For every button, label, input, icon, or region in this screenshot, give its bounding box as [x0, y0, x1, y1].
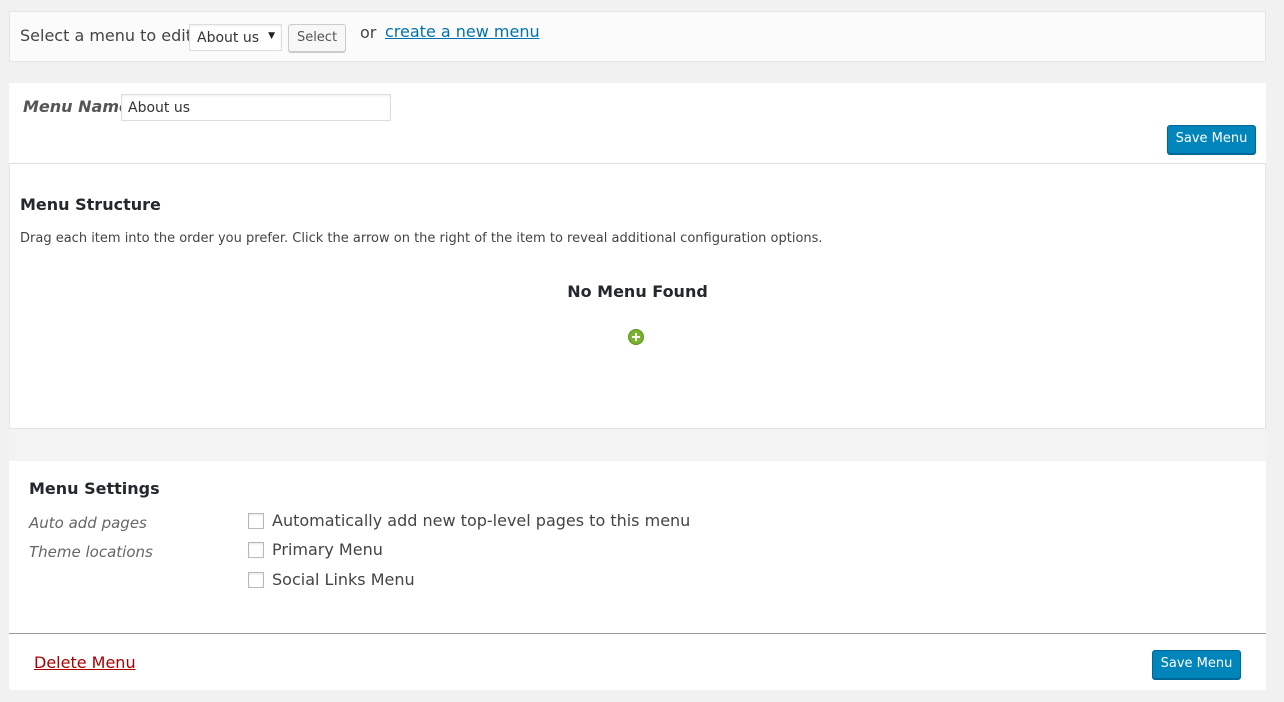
menu-footer: Delete Menu Save Menu	[9, 633, 1266, 690]
auto-add-pages-checkbox[interactable]	[248, 513, 264, 529]
or-text: or	[360, 23, 377, 42]
section-divider	[9, 429, 1266, 461]
social-links-menu-option-label[interactable]: Social Links Menu	[272, 570, 415, 589]
select-menu-label: Select a menu to edit:	[20, 26, 198, 45]
auto-add-pages-label: Auto add pages	[29, 514, 147, 532]
menu-settings-section: Menu Settings Auto add pages Theme locat…	[9, 461, 1266, 634]
social-links-menu-checkbox[interactable]	[248, 572, 264, 588]
menu-structure-section: Menu Structure Drag each item into the o…	[9, 164, 1266, 429]
auto-add-pages-option-label[interactable]: Automatically add new top-level pages to…	[272, 511, 690, 530]
menu-name-input[interactable]	[121, 94, 391, 121]
theme-locations-label: Theme locations	[29, 543, 153, 561]
menu-settings-title: Menu Settings	[29, 479, 160, 498]
menu-name-label: Menu Name	[23, 97, 130, 116]
delete-menu-link[interactable]: Delete Menu	[34, 653, 136, 672]
menu-select-bar: Select a menu to edit: About us ▼ Select…	[9, 11, 1266, 62]
menu-structure-description: Drag each item into the order you prefer…	[20, 231, 823, 246]
dropdown-arrow-icon: ▼	[268, 31, 275, 41]
primary-menu-option-label[interactable]: Primary Menu	[272, 540, 383, 559]
save-menu-button-top[interactable]: Save Menu	[1167, 125, 1256, 154]
menu-dropdown[interactable]: About us ▼	[189, 24, 282, 51]
primary-menu-checkbox[interactable]	[248, 542, 264, 558]
menu-structure-title: Menu Structure	[20, 195, 161, 214]
save-menu-button-bottom[interactable]: Save Menu	[1152, 650, 1241, 679]
select-button[interactable]: Select	[288, 24, 346, 52]
menu-dropdown-value: About us	[197, 30, 260, 46]
create-new-menu-link[interactable]: create a new menu	[385, 22, 540, 41]
menu-header: Menu Name Save Menu	[9, 83, 1266, 164]
menu-edit-panel: Menu Name Save Menu Menu Structure Drag …	[9, 83, 1266, 690]
no-menu-found-message: No Menu Found	[567, 282, 708, 301]
plus-circle-icon[interactable]	[628, 329, 644, 345]
